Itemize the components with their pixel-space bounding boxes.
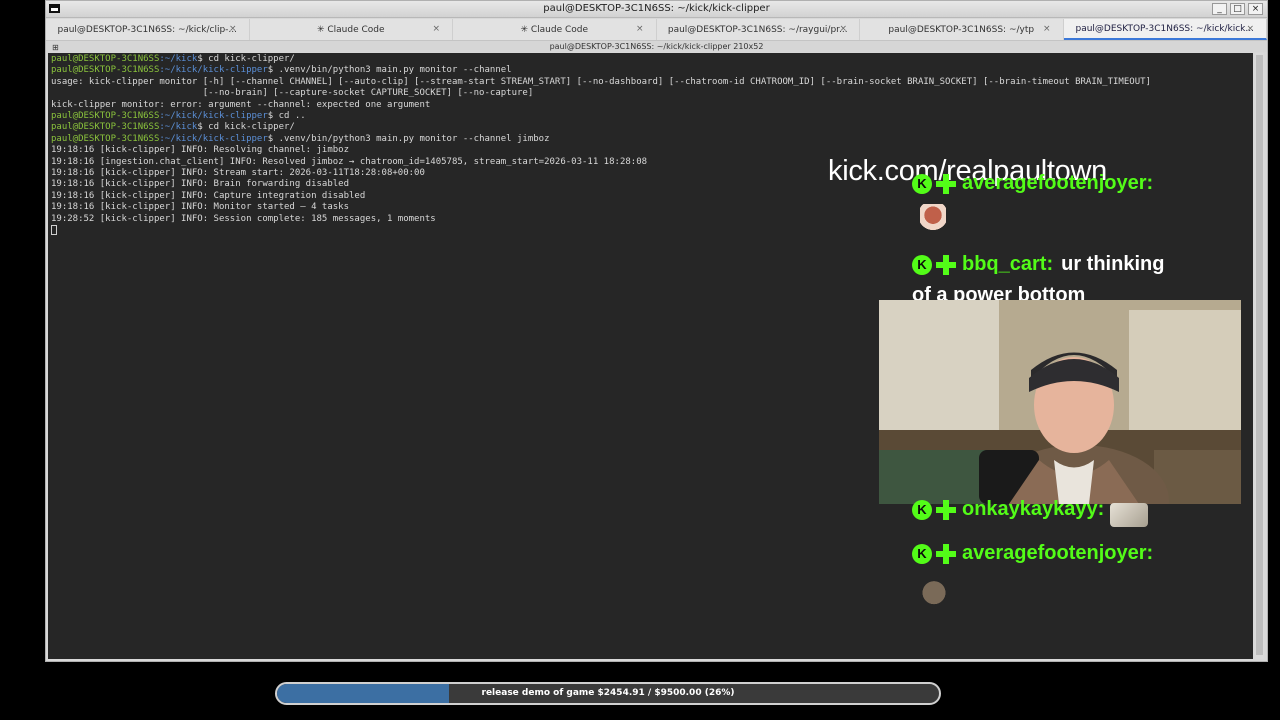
terminal-line: 19:28:52 [kick-clipper] INFO: Session co…: [51, 213, 436, 224]
terminal-line: paul@DESKTOP-3C1N6SS:~/kick$ cd kick-cli…: [51, 54, 1151, 65]
window-title: paul@DESKTOP-3C1N6SS: ~/kick/kick-clippe…: [543, 3, 770, 14]
kick-badge-icon: K: [912, 173, 932, 194]
prompt-user: paul@DESKTOP-3C1N6SS: [51, 122, 160, 133]
command-text: $ cd kick-clipper/: [197, 54, 295, 64]
terminal-line: paul@DESKTOP-3C1N6SS:~/kick/kick-clipper…: [51, 65, 1151, 76]
tab-kick-clip[interactable]: paul@DESKTOP-3C1N6SS: ~/kick/clip-... ×: [46, 19, 250, 40]
kick-badge-icon: K: [912, 499, 932, 520]
terminal-info-bar: ⊞ paul@DESKTOP-3C1N6SS: ~/kick/kick-clip…: [46, 41, 1267, 52]
close-window-button[interactable]: ×: [1248, 3, 1263, 15]
chat-text: ur thinking: [1061, 253, 1165, 275]
command-text: $ cd ..: [267, 111, 306, 122]
chat-username: onkaykaykayy:: [962, 498, 1105, 520]
minimize-button[interactable]: _: [1212, 3, 1227, 15]
prompt-path: :~/kick/kick-clipper: [159, 133, 268, 144]
tab-close-icon[interactable]: ×: [839, 24, 847, 34]
emote-image: [920, 204, 946, 236]
terminal-line: [--no-brain] [--capture-socket CAPTURE_S…: [51, 88, 534, 99]
tab-close-icon[interactable]: ×: [1246, 24, 1254, 34]
kick-badge-icon: K: [912, 543, 932, 564]
chat-message: K averagefootenjoyer:: [912, 542, 1153, 565]
terminal-size-label: paul@DESKTOP-3C1N6SS: ~/kick/kick-clippe…: [549, 42, 764, 51]
chat-username: averagefootenjoyer:: [962, 542, 1154, 564]
donation-goal-progress: release demo of game $2454.91 / $9500.00…: [275, 682, 941, 705]
terminal-line: paul@DESKTOP-3C1N6SS:~/kick/kick-clipper…: [51, 111, 1151, 122]
chat-message: K averagefootenjoyer:: [912, 172, 1153, 195]
prompt-user: paul@DESKTOP-3C1N6SS: [51, 133, 160, 144]
tab-claude-code-1[interactable]: ✳ Claude Code ×: [250, 19, 453, 40]
tab-label: ✳ Claude Code: [316, 24, 385, 35]
sub-badge-icon: [936, 173, 956, 194]
tab-label: paul@DESKTOP-3C1N6SS: ~/kick/clip-...: [57, 24, 237, 35]
tab-label: paul@DESKTOP-3C1N6SS: ~/raygui/pr...: [667, 24, 848, 35]
kick-badge-icon: K: [912, 254, 932, 275]
prompt-path: :~/kick/kick-clipper: [159, 65, 268, 76]
tab-close-icon[interactable]: ×: [1043, 24, 1051, 34]
tab-raygui[interactable]: paul@DESKTOP-3C1N6SS: ~/raygui/pr... ×: [657, 19, 860, 40]
prompt-user: paul@DESKTOP-3C1N6SS: [51, 54, 160, 64]
tab-claude-code-2[interactable]: ✳ Claude Code ×: [453, 19, 657, 40]
progress-label: release demo of game $2454.91 / $9500.00…: [481, 688, 735, 698]
maximize-button[interactable]: □: [1230, 3, 1245, 15]
emote-image: [1110, 503, 1148, 527]
scrollbar-thumb[interactable]: [1256, 55, 1263, 655]
tab-close-icon[interactable]: ×: [229, 24, 237, 34]
terminal-line: usage: kick-clipper monitor [-h] [--chan…: [51, 76, 1151, 87]
tab-label: ✳ Claude Code: [520, 24, 589, 35]
tab-close-icon[interactable]: ×: [432, 24, 440, 34]
prompt-path: :~/kick: [159, 54, 198, 64]
terminal-line: paul@DESKTOP-3C1N6SS:~/kick$ cd kick-cli…: [51, 122, 1151, 133]
prompt-path: :~/kick: [159, 122, 198, 133]
sub-badge-icon: [936, 499, 956, 520]
split-pane-icon[interactable]: ⊞: [52, 42, 59, 53]
sub-badge-icon: [936, 543, 956, 564]
sub-badge-icon: [936, 254, 956, 275]
webcam-feed: [879, 300, 1241, 504]
prompt-user: paul@DESKTOP-3C1N6SS: [51, 111, 160, 122]
tab-label: paul@DESKTOP-3C1N6SS: ~/kick/kick...: [1075, 23, 1254, 34]
title-bar[interactable]: paul@DESKTOP-3C1N6SS: ~/kick/kick-clippe…: [46, 1, 1267, 18]
tab-ytp[interactable]: paul@DESKTOP-3C1N6SS: ~/ytp ×: [860, 19, 1064, 40]
command-text: $ .venv/bin/python3 main.py monitor --ch…: [267, 133, 550, 144]
tab-bar: paul@DESKTOP-3C1N6SS: ~/kick/clip-... × ✳…: [46, 19, 1267, 41]
chat-message: K onkaykaykayy:: [912, 498, 1104, 521]
chat-username: bbq_cart:: [962, 253, 1054, 275]
command-text: $ .venv/bin/python3 main.py monitor --ch…: [267, 65, 512, 76]
terminal-cursor-line: [51, 225, 1151, 237]
webcam-scene: [879, 300, 1241, 504]
terminal-line: 19:18:16 [kick-clipper] INFO: Monitor st…: [51, 202, 350, 213]
terminal-line: kick-clipper monitor: error: argument --…: [51, 99, 431, 110]
text-cursor: [51, 225, 57, 236]
terminal-scrollbar[interactable]: [1255, 53, 1264, 659]
chat-message: K bbq_cart: ur thinking: [912, 253, 1164, 276]
tab-label: paul@DESKTOP-3C1N6SS: ~/ytp: [888, 24, 1035, 35]
tab-kick-clipper[interactable]: paul@DESKTOP-3C1N6SS: ~/kick/kick... ×: [1063, 19, 1267, 40]
prompt-user: paul@DESKTOP-3C1N6SS: [51, 65, 160, 76]
chat-username: averagefootenjoyer:: [962, 172, 1154, 194]
prompt-path: :~/kick/kick-clipper: [159, 111, 268, 122]
tab-close-icon[interactable]: ×: [636, 24, 644, 34]
emote-image: [917, 574, 951, 608]
command-text: $ cd kick-clipper/: [197, 122, 295, 133]
terminal-line: paul@DESKTOP-3C1N6SS:~/kick/kick-clipper…: [51, 134, 1151, 145]
